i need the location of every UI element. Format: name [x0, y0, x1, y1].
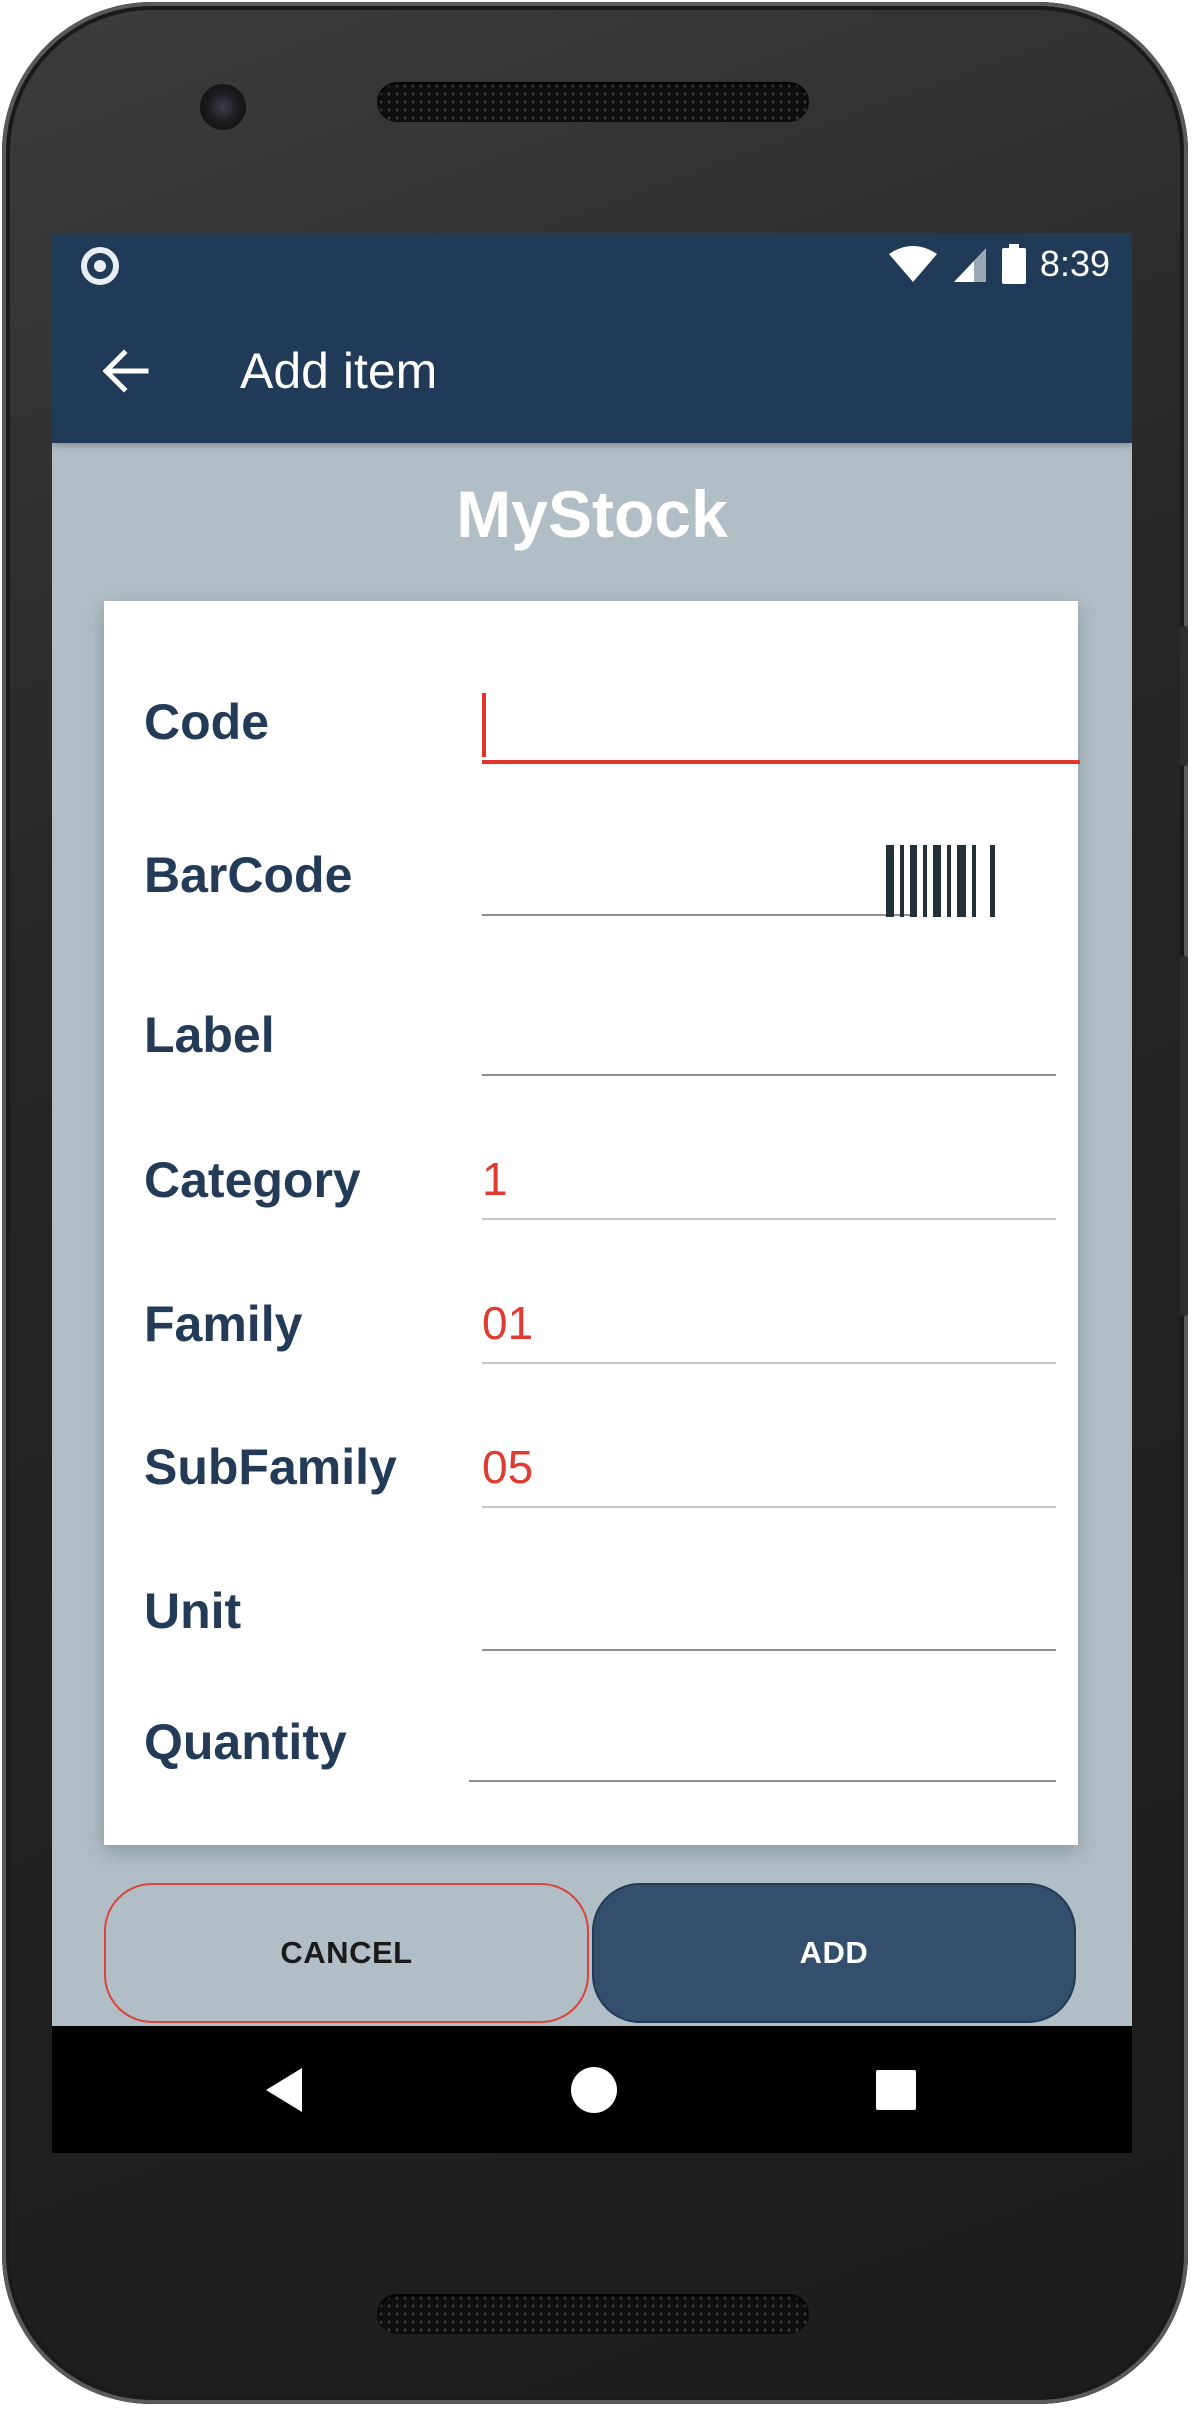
label-input[interactable] [482, 1005, 1056, 1069]
category-input-underline [482, 1218, 1056, 1220]
volume-button [1180, 956, 1188, 1316]
label-input-underline [482, 1074, 1056, 1076]
unit-label: Unit [144, 1583, 242, 1639]
screen: 8:39 Add item MyStock Code BarCode Label… [52, 233, 1132, 2153]
add-button[interactable]: ADD [592, 1883, 1076, 2023]
barcode-scan-icon[interactable] [886, 845, 996, 917]
family-input-underline [482, 1362, 1056, 1364]
home-icon[interactable] [566, 2062, 622, 2118]
subfamily-label: SubFamily [144, 1439, 397, 1495]
status-bar: 8:39 [52, 233, 1132, 295]
unit-input-underline [482, 1649, 1056, 1651]
code-input-underline [482, 760, 1080, 764]
quantity-label: Quantity [144, 1714, 347, 1770]
code-label: Code [144, 694, 269, 750]
quantity-input-underline [469, 1780, 1056, 1782]
bottom-speaker [377, 2294, 809, 2334]
recents-icon[interactable] [868, 2062, 924, 2118]
notification-dot-icon [81, 247, 119, 285]
top-speaker [377, 82, 809, 122]
back-arrow-icon[interactable] [102, 347, 150, 395]
battery-icon [1001, 244, 1026, 284]
back-icon[interactable] [258, 2062, 314, 2118]
app-bar: Add item [52, 295, 1132, 443]
wifi-icon [888, 246, 937, 282]
family-label: Family [144, 1296, 303, 1352]
page-title: Add item [240, 343, 438, 399]
label-label: Label [144, 1007, 275, 1063]
barcode-label: BarCode [144, 847, 353, 903]
brand-title: MyStock [456, 477, 728, 551]
front-camera [200, 84, 246, 130]
category-input[interactable]: 1 [482, 1151, 1056, 1211]
family-input[interactable]: 01 [482, 1295, 1056, 1355]
unit-input[interactable] [482, 1581, 1056, 1645]
status-time: 8:39 [1039, 243, 1110, 284]
add-item-form: Code BarCode Label Category 1 Family 01 [104, 601, 1080, 1845]
cell-signal-icon [953, 248, 986, 282]
cancel-button[interactable]: CANCEL [104, 1883, 589, 2023]
power-button [1180, 626, 1188, 766]
barcode-input-underline [482, 914, 912, 916]
status-icons: 8:39 [888, 241, 1110, 287]
barcode-input[interactable] [482, 845, 912, 909]
navigation-bar [52, 2026, 1132, 2153]
quantity-input[interactable] [469, 1713, 1056, 1777]
category-label: Category [144, 1152, 361, 1208]
subfamily-input-underline [482, 1506, 1056, 1508]
code-input[interactable] [482, 693, 1080, 757]
subfamily-input[interactable]: 05 [482, 1439, 1056, 1499]
